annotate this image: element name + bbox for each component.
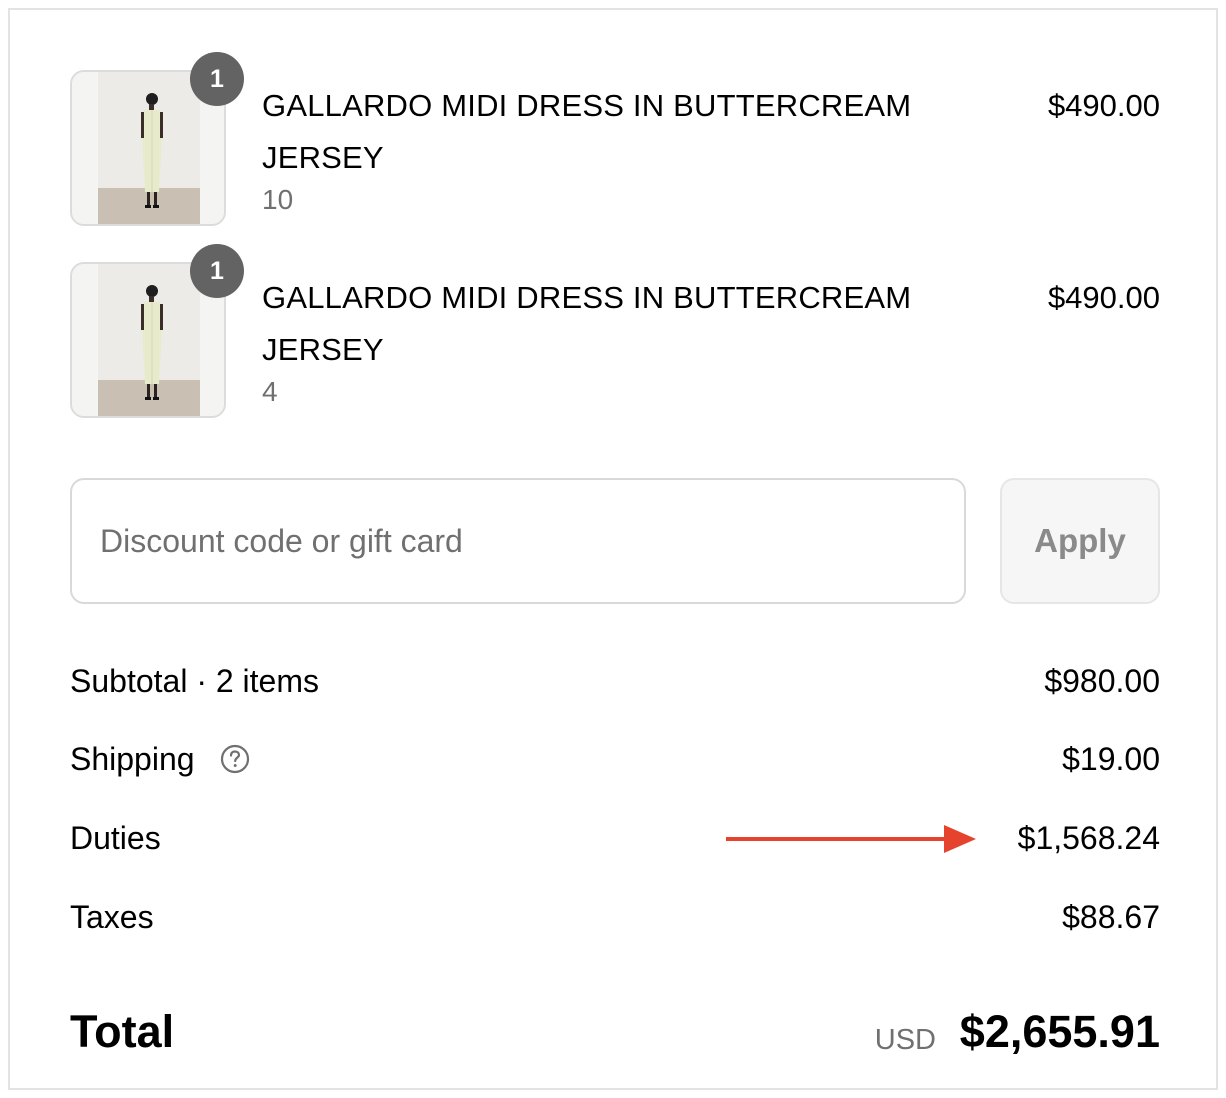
shipping-label: Shipping bbox=[70, 741, 195, 777]
line-item: 1 GALLARDO MIDI DRESS IN BUTTERCREAM JER… bbox=[70, 244, 1160, 432]
total-currency: USD bbox=[874, 1024, 936, 1056]
product-thumbnail: 1 bbox=[70, 244, 244, 418]
duties-row: Duties $1,568.24 bbox=[70, 813, 1160, 863]
total-label: Total bbox=[70, 1006, 175, 1057]
product-variant: 10 bbox=[262, 184, 294, 215]
red-arrow-annotation-icon bbox=[726, 823, 978, 855]
quantity-badge: 1 bbox=[190, 52, 244, 106]
shipping-row: Shipping $19.00 bbox=[70, 734, 1160, 784]
product-title: GALLARDO MIDI DRESS IN BUTTERCREAM JERSE… bbox=[262, 280, 912, 367]
product-variant: 4 bbox=[262, 376, 278, 407]
taxes-value: $88.67 bbox=[1062, 899, 1160, 935]
subtotal-row: Subtotal · 2 items $980.00 bbox=[70, 656, 1160, 706]
help-circle-icon[interactable] bbox=[220, 744, 250, 774]
shipping-value: $19.00 bbox=[1062, 741, 1160, 777]
product-price: $490.00 bbox=[1047, 280, 1160, 315]
subtotal-label: Subtotal · 2 items bbox=[70, 663, 319, 699]
total-value: $2,655.91 bbox=[959, 1006, 1160, 1057]
order-summary-panel: 1 GALLARDO MIDI DRESS IN BUTTERCREAM JER… bbox=[8, 8, 1218, 1090]
duties-value: $1,568.24 bbox=[1017, 820, 1160, 856]
apply-button[interactable]: Apply bbox=[1000, 478, 1160, 604]
product-thumbnail: 1 bbox=[70, 52, 244, 226]
taxes-label: Taxes bbox=[70, 899, 154, 935]
discount-code-input[interactable] bbox=[70, 478, 966, 604]
product-price: $490.00 bbox=[1047, 88, 1160, 123]
product-title: GALLARDO MIDI DRESS IN BUTTERCREAM JERSE… bbox=[262, 88, 912, 175]
total-row: Total USD $2,655.91 bbox=[70, 1000, 1160, 1064]
subtotal-value: $980.00 bbox=[1044, 663, 1160, 699]
taxes-row: Taxes $88.67 bbox=[70, 892, 1160, 942]
duties-label: Duties bbox=[70, 820, 161, 856]
line-item: 1 GALLARDO MIDI DRESS IN BUTTERCREAM JER… bbox=[70, 52, 1160, 240]
quantity-badge: 1 bbox=[190, 244, 244, 298]
